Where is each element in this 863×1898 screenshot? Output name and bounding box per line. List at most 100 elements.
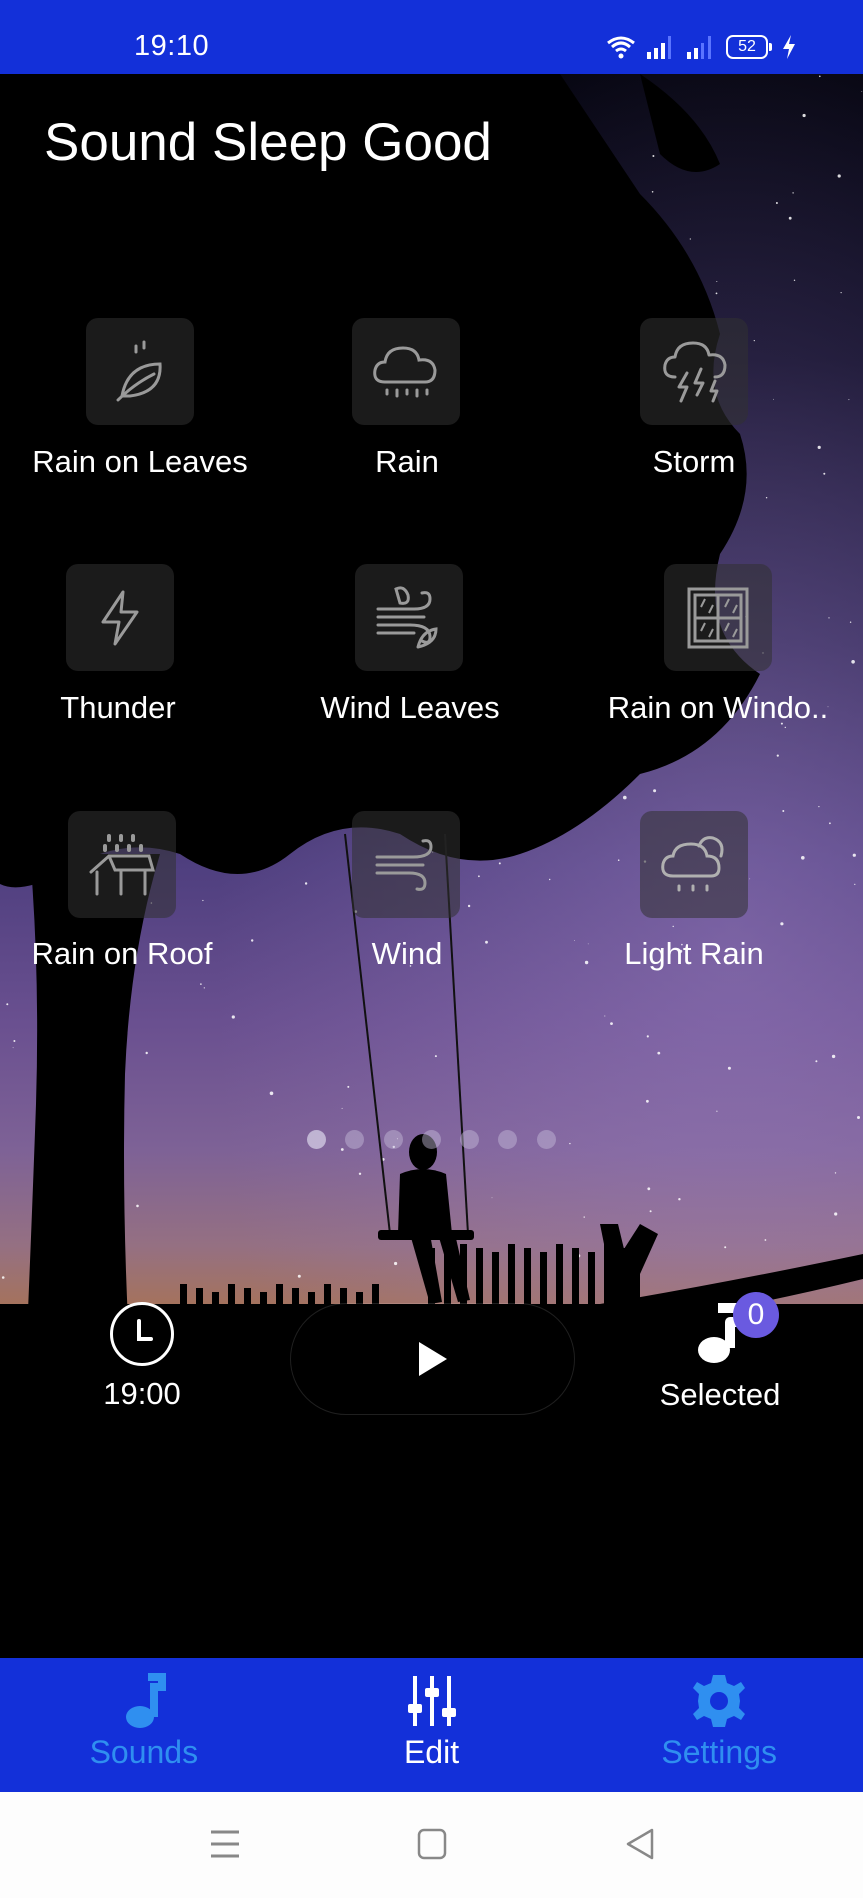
star — [848, 399, 850, 401]
tab-settings[interactable]: Settings — [575, 1658, 863, 1792]
page-dot[interactable] — [345, 1130, 364, 1149]
play-icon — [418, 1342, 447, 1376]
sound-tile-wind-leaves[interactable] — [355, 564, 463, 671]
selected-label[interactable]: Selected — [660, 1377, 781, 1413]
star — [749, 878, 751, 880]
sound-tile-light-rain[interactable] — [640, 811, 748, 918]
star — [828, 617, 830, 619]
sliders-icon — [402, 1672, 462, 1730]
clock-icon — [137, 1319, 153, 1341]
sound-tile-thunder[interactable] — [66, 564, 174, 671]
sound-tile-rain[interactable] — [352, 318, 460, 425]
fence-post — [180, 1284, 187, 1454]
star — [623, 795, 627, 800]
star — [784, 726, 786, 729]
star — [834, 1212, 838, 1216]
star — [802, 113, 806, 118]
sound-tile-rain-on-roof[interactable] — [68, 811, 176, 918]
timer-button[interactable] — [110, 1302, 174, 1366]
star — [202, 899, 204, 902]
star — [231, 1015, 235, 1019]
star — [13, 1040, 16, 1042]
sound-label: Rain on Roof — [31, 936, 213, 971]
sound-tile-storm[interactable] — [640, 318, 748, 425]
star — [1, 1276, 5, 1279]
star — [604, 1015, 606, 1017]
star — [837, 174, 841, 178]
star — [716, 1110, 718, 1112]
star — [341, 1107, 343, 1109]
play-button[interactable] — [290, 1303, 575, 1415]
sound-tile-wind[interactable] — [352, 811, 460, 918]
star — [689, 238, 691, 240]
tab-sounds[interactable]: Sounds — [0, 1658, 288, 1792]
star — [852, 853, 856, 857]
page-dot[interactable] — [498, 1130, 517, 1149]
system-nav-bar — [0, 1792, 863, 1898]
sound-tile-rain-on-leaves[interactable] — [86, 318, 194, 425]
tab-label: Sounds — [89, 1734, 199, 1770]
sound-label: Rain on Windo.. — [607, 690, 829, 725]
fence-post — [588, 1252, 595, 1422]
star — [297, 1274, 301, 1278]
star — [610, 1022, 613, 1025]
fence-post — [196, 1288, 203, 1458]
star — [834, 1172, 837, 1174]
back-button[interactable] — [618, 1822, 662, 1866]
star — [6, 1003, 9, 1006]
star — [851, 660, 855, 664]
star — [678, 1198, 681, 1201]
app-title: Sound Sleep Good — [44, 113, 492, 172]
star — [780, 922, 784, 926]
roof-rain-icon — [89, 833, 155, 895]
star — [478, 875, 480, 878]
sound-label: Rain on Leaves — [32, 444, 248, 479]
star — [840, 292, 842, 294]
sound-label: Wind Leaves — [320, 690, 500, 725]
star — [861, 91, 863, 92]
back-icon — [626, 1828, 654, 1860]
gear-icon — [689, 1672, 749, 1730]
fence-post — [260, 1292, 267, 1462]
star — [793, 279, 796, 281]
timer-value[interactable]: 19:00 — [103, 1376, 181, 1412]
page-dot[interactable] — [307, 1130, 326, 1149]
star — [818, 806, 820, 808]
fence-post — [244, 1288, 251, 1458]
signal-icon — [687, 36, 711, 59]
sound-tile-rain-on-window[interactable] — [664, 564, 772, 671]
star — [358, 1172, 362, 1176]
star — [792, 192, 794, 194]
star — [491, 1197, 493, 1199]
star — [715, 292, 718, 295]
window-rain-icon — [687, 587, 749, 648]
recents-button[interactable] — [203, 1822, 247, 1866]
star — [584, 960, 589, 965]
star — [724, 1246, 727, 1249]
music-note-icon — [114, 1672, 174, 1730]
sound-label: Storm — [652, 444, 736, 479]
star — [269, 1091, 274, 1096]
light-rain-icon — [661, 835, 724, 891]
star — [831, 1054, 836, 1059]
status-time: 19:10 — [134, 30, 210, 62]
star — [653, 789, 657, 793]
fence-post — [276, 1284, 283, 1454]
menu-icon — [211, 1830, 239, 1858]
star — [587, 943, 589, 945]
page-dot[interactable] — [384, 1130, 403, 1149]
star — [857, 1116, 860, 1119]
status-bar: 19:10 52 — [0, 0, 863, 74]
star — [145, 1051, 148, 1055]
page-dot[interactable] — [537, 1130, 556, 1149]
star — [434, 1055, 437, 1058]
star — [776, 754, 779, 757]
star — [12, 1047, 14, 1049]
page-dot[interactable] — [460, 1130, 479, 1149]
tab-edit[interactable]: Edit — [288, 1658, 576, 1792]
home-button[interactable] — [410, 1822, 454, 1866]
charging-icon — [783, 35, 795, 59]
star — [849, 621, 852, 623]
page-dot[interactable] — [422, 1130, 441, 1149]
star — [788, 216, 792, 220]
